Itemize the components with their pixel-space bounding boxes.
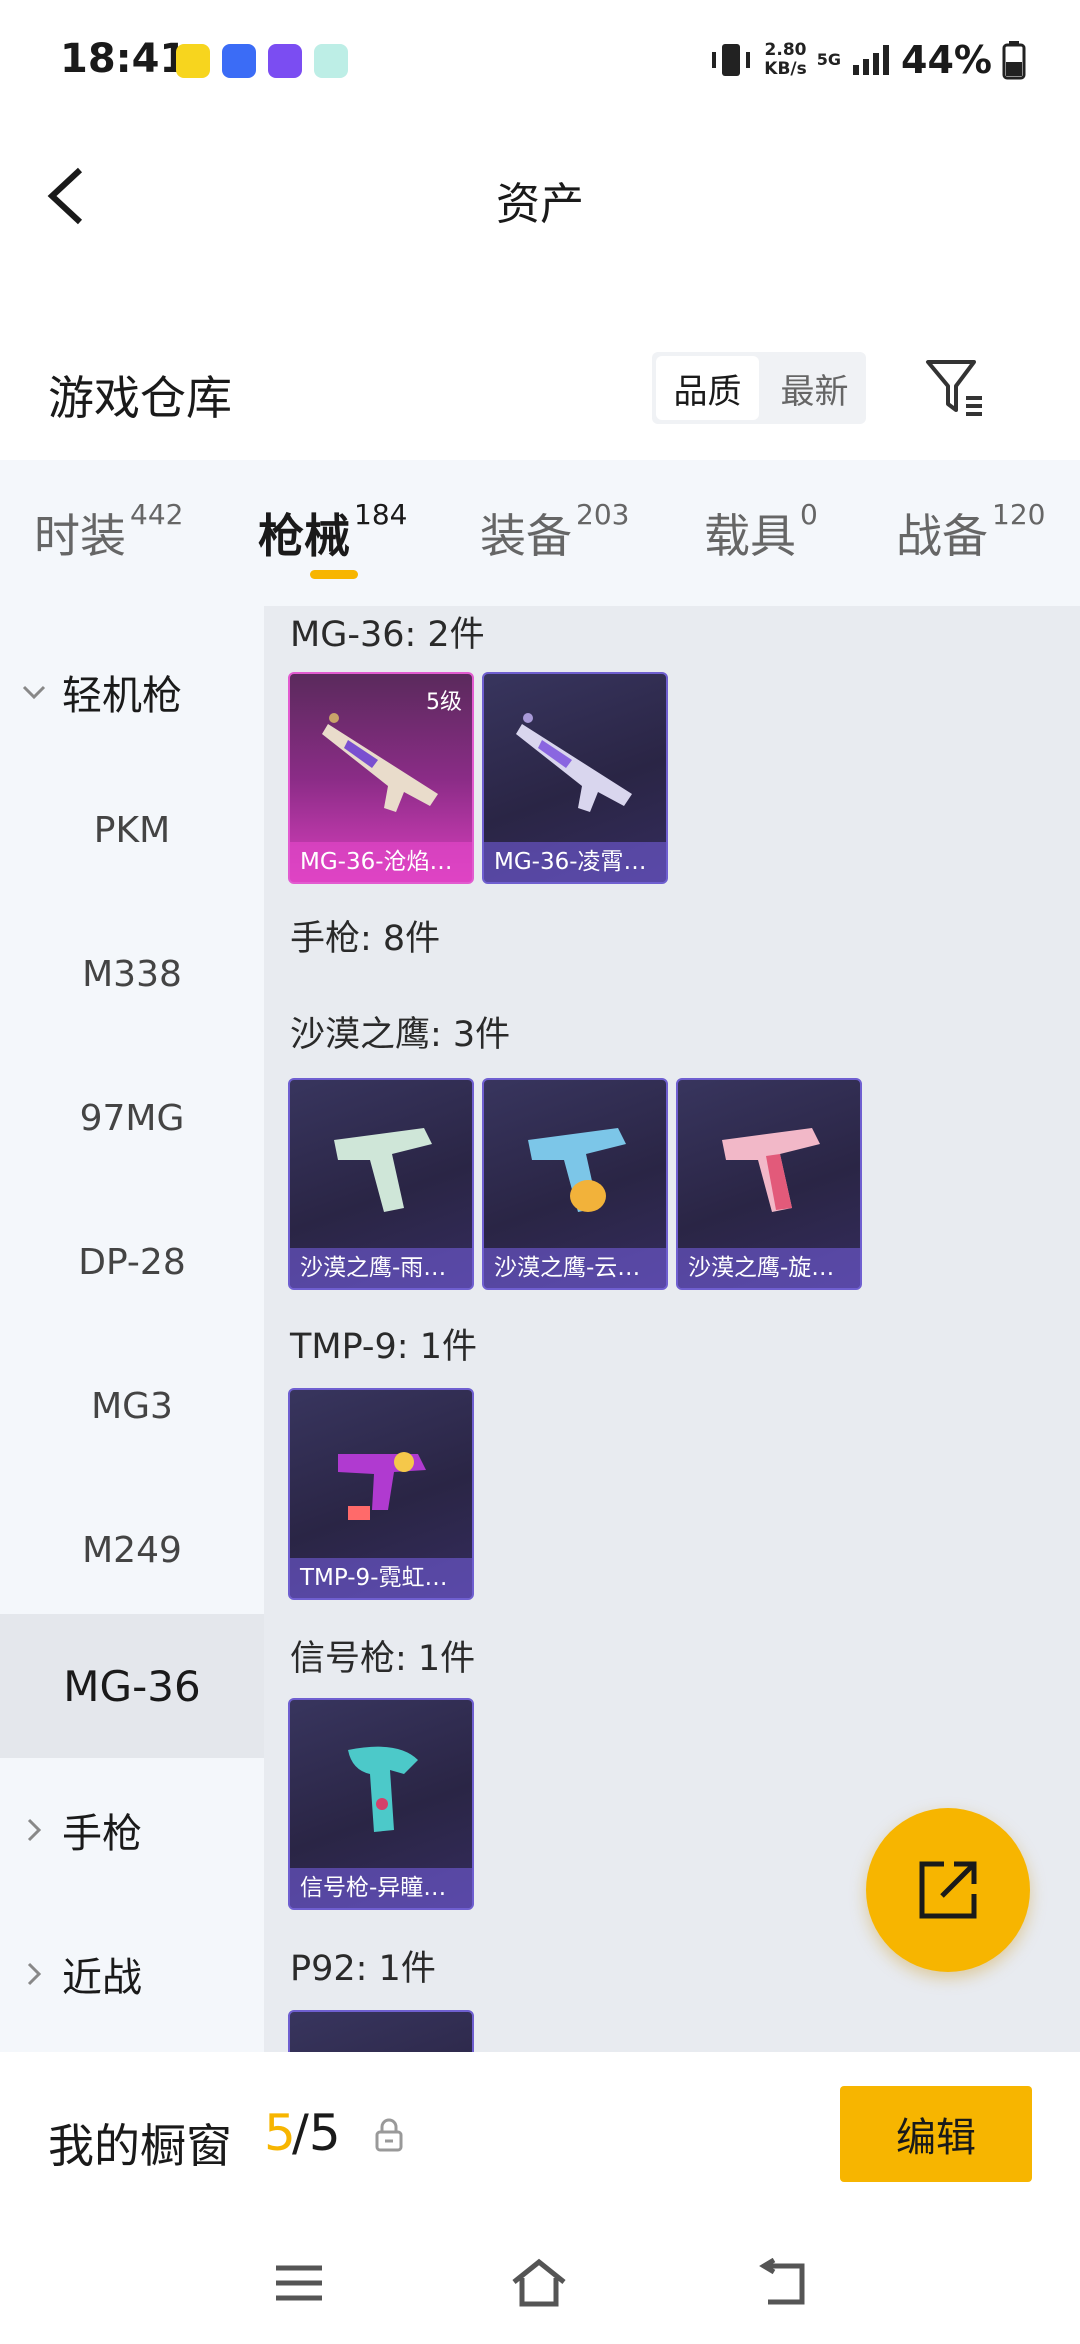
- share-button[interactable]: [866, 1808, 1030, 1972]
- section-title-pistol: 手枪: 8件: [290, 919, 441, 959]
- weapon-type-nav: 轻机枪 PKM M338 97MG DP-28 MG3 M249 MG-36 手…: [0, 606, 264, 2052]
- vibrate-icon: [712, 44, 751, 76]
- card-label: 信号枪-异瞳…: [290, 1868, 472, 1908]
- status-time: 18:41: [60, 36, 188, 82]
- chevron-down-icon: [22, 685, 46, 700]
- edit-button[interactable]: 编辑: [840, 2086, 1032, 2182]
- battery-percent: 44%: [901, 38, 992, 82]
- showcase-label: 我的橱窗: [48, 2119, 232, 2173]
- nav-item-m338[interactable]: M338: [0, 902, 264, 1046]
- page-title: 资产: [496, 179, 584, 230]
- network-type: 5G: [816, 50, 842, 69]
- section-title-deagle: 沙漠之鹰: 3件: [290, 1015, 511, 1055]
- weapon-card[interactable]: MG-36-凌霄…: [482, 672, 668, 884]
- pistol-image: [528, 1128, 626, 1212]
- section-title-mg36: MG-36: 2件: [290, 615, 485, 655]
- menu-icon[interactable]: [270, 2258, 328, 2308]
- nav-group-pistol-label: 手枪: [62, 1811, 142, 1857]
- nav-item-pkm[interactable]: PKM: [0, 758, 264, 902]
- nav-group-melee[interactable]: 近战: [20, 1902, 142, 2046]
- showcase-total: /5: [292, 2104, 341, 2162]
- section-title-flare: 信号枪: 1件: [290, 1639, 476, 1679]
- weapon-card[interactable]: 信号枪-异瞳…: [288, 1698, 474, 1910]
- card-label: 沙漠之鹰-旋…: [678, 1248, 860, 1288]
- weapon-card[interactable]: 沙漠之鹰-旋…: [676, 1078, 862, 1290]
- weapon-card[interactable]: 沙漠之鹰-云…: [482, 1078, 668, 1290]
- card-label: 沙漠之鹰-云…: [484, 1248, 666, 1288]
- app-notification-icon: [176, 44, 210, 78]
- section-title-p92: P92: 1件: [290, 1949, 436, 1989]
- nav-item-dp28[interactable]: DP-28: [0, 1190, 264, 1334]
- share-icon: [919, 1861, 977, 1919]
- nav-group-lmg-label: 轻机枪: [62, 673, 182, 719]
- net-speed: 2.80 KB/s: [764, 40, 807, 79]
- nav-item-mg3[interactable]: MG3: [0, 1334, 264, 1478]
- section-title-tmp9: TMP-9: 1件: [290, 1327, 477, 1367]
- card-label: MG-36-沧焰…: [290, 842, 472, 882]
- nav-group-lmg[interactable]: 轻机枪: [20, 620, 182, 764]
- chevron-right-icon: [27, 1818, 42, 1842]
- tab-equipment[interactable]: 装备 203: [480, 498, 629, 566]
- pistol-image: [334, 1128, 432, 1212]
- card-label: 沙漠之鹰-雨…: [290, 1248, 472, 1288]
- warehouse-title: 游戏仓库: [48, 371, 232, 425]
- card-label: MG-36-凌霄…: [484, 842, 666, 882]
- nav-group-melee-label: 近战: [62, 1955, 142, 2001]
- chat-notification-icon: [314, 44, 348, 78]
- sort-quality-option[interactable]: 品质: [656, 356, 759, 420]
- weapon-card[interactable]: 5级 MG-36-沧焰…: [288, 672, 474, 884]
- filter-icon[interactable]: [920, 352, 992, 424]
- purple-app-notification-icon: [268, 44, 302, 78]
- weapon-card[interactable]: 沙漠之鹰-雨…: [288, 1078, 474, 1290]
- category-tabs: 时装 442 枪械 184 装备 203 载具 0 战备 120: [0, 460, 1080, 606]
- card-label: TMP-9-霓虹…: [290, 1558, 472, 1598]
- active-tab-indicator: [310, 570, 358, 579]
- tab-fashion[interactable]: 时装 442: [34, 498, 183, 566]
- sort-toggle: 品质 最新: [652, 352, 866, 424]
- tab-guns[interactable]: 枪械 184: [258, 498, 407, 566]
- lock-icon: [375, 2118, 403, 2152]
- nav-group-pistol[interactable]: 手枪: [20, 1758, 142, 1902]
- nav-item-m249[interactable]: M249: [0, 1478, 264, 1622]
- battery-icon: [1002, 41, 1026, 80]
- sort-newest-option[interactable]: 最新: [763, 352, 866, 424]
- flare-gun-image: [348, 1746, 418, 1832]
- system-nav-bar: [0, 2222, 1080, 2344]
- tab-supplies[interactable]: 战备 120: [896, 498, 1045, 566]
- rifle-image: [516, 713, 632, 812]
- nav-item-mg36[interactable]: MG-36: [0, 1614, 264, 1758]
- back-icon[interactable]: [752, 2258, 810, 2308]
- chevron-right-icon: [27, 1962, 42, 1986]
- weapon-card[interactable]: [288, 2010, 474, 2052]
- tab-vehicles[interactable]: 载具 0: [704, 498, 818, 566]
- vivo-notification-icon: [222, 44, 256, 78]
- card-level: 5级: [426, 690, 462, 715]
- nav-item-97mg[interactable]: 97MG: [0, 1046, 264, 1190]
- status-right: 2.80 KB/s 5G 44%: [708, 38, 1026, 82]
- pistol-image: [722, 1128, 820, 1212]
- smg-image: [338, 1452, 426, 1520]
- signal-icon: [853, 45, 890, 75]
- home-icon[interactable]: [510, 2258, 568, 2308]
- weapon-card[interactable]: TMP-9-霓虹…: [288, 1388, 474, 1600]
